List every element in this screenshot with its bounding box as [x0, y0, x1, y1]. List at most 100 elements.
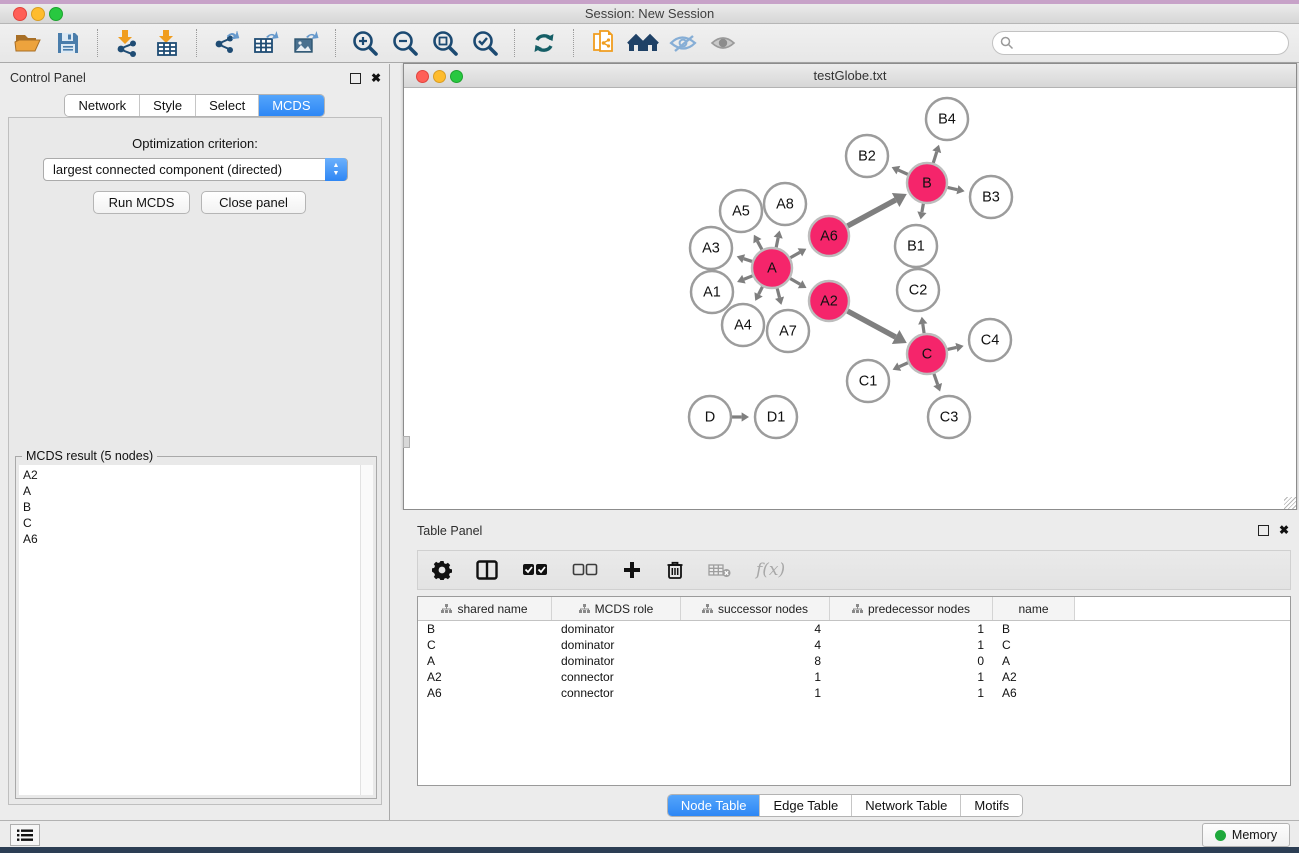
graph-edge-A-A7[interactable] — [777, 288, 779, 297]
table-row[interactable]: C dominator 4 1 C — [418, 637, 1290, 653]
zoom-out-icon[interactable] — [385, 27, 425, 59]
mcds-result-list[interactable]: A2 A B C A6 — [19, 465, 361, 795]
save-session-icon[interactable] — [48, 27, 88, 59]
show-column-panel-icon[interactable] — [476, 560, 498, 580]
graph-node-label: C3 — [940, 410, 959, 426]
create-column-icon[interactable] — [622, 560, 642, 580]
close-window-icon[interactable] — [13, 7, 27, 21]
graph-node-label: D1 — [767, 410, 786, 426]
column-header-shared-name[interactable]: shared name — [418, 597, 552, 620]
select-all-columns-icon[interactable] — [522, 563, 548, 577]
export-network-icon[interactable] — [206, 27, 246, 59]
import-network-icon[interactable] — [107, 27, 147, 59]
network-canvas[interactable]: B4B2BB3A8A5A6B1A3AC2A1A2A4A7C4CC1C3DD1 — [404, 88, 1296, 509]
graph-edge-C-C1[interactable] — [899, 363, 908, 367]
graph-edge-C-C2[interactable] — [923, 324, 924, 333]
tab-style[interactable]: Style — [140, 95, 196, 116]
delete-table-icon[interactable] — [708, 562, 732, 578]
tab-motifs[interactable]: Motifs — [961, 795, 1022, 816]
graph-edge-C-C4[interactable] — [947, 347, 956, 349]
export-table-icon[interactable] — [246, 27, 286, 59]
refresh-layout-icon[interactable] — [524, 27, 564, 59]
task-history-button[interactable] — [10, 824, 40, 846]
zoom-window-icon[interactable] — [49, 7, 63, 21]
column-header-name[interactable]: name — [993, 597, 1075, 620]
table-row[interactable]: B dominator 4 1 B — [418, 621, 1290, 637]
duplicate-network-icon[interactable] — [583, 27, 623, 59]
import-table-icon[interactable] — [147, 27, 187, 59]
tab-network-table[interactable]: Network Table — [852, 795, 961, 816]
tab-select[interactable]: Select — [196, 95, 259, 116]
column-header-mcds-role[interactable]: MCDS role — [552, 597, 681, 620]
tab-node-table[interactable]: Node Table — [668, 795, 761, 816]
graph-edge-B-B2[interactable] — [898, 170, 908, 174]
tab-edge-table[interactable]: Edge Table — [760, 795, 852, 816]
tab-mcds[interactable]: MCDS — [259, 95, 323, 116]
memory-button[interactable]: Memory — [1202, 823, 1290, 847]
list-item[interactable]: A — [23, 483, 361, 499]
network-window-titlebar[interactable]: testGlobe.txt — [404, 64, 1296, 88]
graph-node-label: A — [767, 261, 777, 277]
table-row[interactable]: A dominator 8 0 A — [418, 653, 1290, 669]
scrollbar-fragment[interactable] — [403, 436, 410, 448]
list-item[interactable]: C — [23, 515, 361, 531]
graph-edge-A-A5[interactable] — [757, 241, 762, 249]
open-session-icon[interactable] — [8, 27, 48, 59]
function-builder-icon[interactable]: f(x) — [756, 560, 785, 580]
tab-network[interactable]: Network — [65, 95, 140, 116]
graph-edge-C-C3[interactable] — [934, 374, 938, 385]
graph-edge-A-A3[interactable] — [744, 259, 752, 262]
graph-edge-A-A1[interactable] — [744, 276, 753, 279]
float-panel-icon[interactable] — [350, 73, 361, 84]
graph-edge-A-A4[interactable] — [759, 287, 763, 295]
export-network-glyph — [212, 30, 240, 56]
export-image-icon[interactable] — [286, 27, 326, 59]
run-mcds-button[interactable]: Run MCDS — [93, 191, 190, 214]
graph-node-label: C2 — [909, 283, 928, 299]
table-settings-gear-icon[interactable] — [432, 560, 452, 580]
graph-edge-B-B4[interactable] — [933, 152, 936, 163]
list-item[interactable]: A2 — [23, 467, 361, 483]
graph-edge-A6-B[interactable] — [847, 200, 895, 226]
deselect-all-columns-icon[interactable] — [572, 563, 598, 577]
table-panel-header: Table Panel ✖ — [391, 522, 1299, 542]
window-resize-handle[interactable] — [1284, 497, 1296, 509]
graph-edge-arrowhead — [918, 317, 927, 325]
network-graph[interactable]: B4B2BB3A8A5A6B1A3AC2A1A2A4A7C4CC1C3DD1 — [404, 88, 1296, 509]
column-header-successor-nodes[interactable]: successor nodes — [681, 597, 830, 620]
graph-node-label: B1 — [907, 239, 925, 255]
column-header-predecessor-nodes[interactable]: predecessor nodes — [830, 597, 993, 620]
eye-glyph — [708, 31, 738, 55]
graph-edge-A-A8[interactable] — [776, 238, 778, 248]
hide-details-icon[interactable] — [663, 27, 703, 59]
shared-column-icon — [441, 604, 452, 614]
graph-edge-B-B1[interactable] — [922, 204, 923, 212]
close-window-icon[interactable] — [416, 70, 429, 83]
zoom-fit-icon[interactable] — [425, 27, 465, 59]
zoom-selected-icon[interactable] — [465, 27, 505, 59]
search-input[interactable] — [992, 31, 1289, 55]
close-panel-icon[interactable]: ✖ — [371, 73, 381, 83]
home-layout-icon[interactable] — [623, 27, 663, 59]
zoom-in-icon[interactable] — [345, 27, 385, 59]
delete-column-trash-icon[interactable] — [666, 560, 684, 580]
graph-edge-B-B3[interactable] — [948, 187, 958, 189]
toolbar-separator — [196, 29, 197, 57]
graph-edge-A2-C[interactable] — [847, 311, 895, 337]
list-item[interactable]: B — [23, 499, 361, 515]
graph-edge-A-A6[interactable] — [790, 252, 800, 257]
graph-edge-A-A2[interactable] — [790, 279, 800, 285]
graph-node-label: C1 — [859, 374, 878, 390]
close-panel-button[interactable]: Close panel — [201, 191, 306, 214]
list-item[interactable]: A6 — [23, 531, 361, 547]
table-row[interactable]: A2 connector 1 1 A2 — [418, 669, 1290, 685]
minimize-window-icon[interactable] — [433, 70, 446, 83]
show-details-icon[interactable] — [703, 27, 743, 59]
close-panel-icon[interactable]: ✖ — [1279, 525, 1289, 535]
zoom-window-icon[interactable] — [450, 70, 463, 83]
criterion-dropdown[interactable]: largest connected component (directed) ▲… — [43, 158, 348, 181]
float-panel-icon[interactable] — [1258, 525, 1269, 536]
scrollbar-track[interactable] — [360, 465, 373, 795]
table-row[interactable]: A6 connector 1 1 A6 — [418, 685, 1290, 701]
minimize-window-icon[interactable] — [31, 7, 45, 21]
